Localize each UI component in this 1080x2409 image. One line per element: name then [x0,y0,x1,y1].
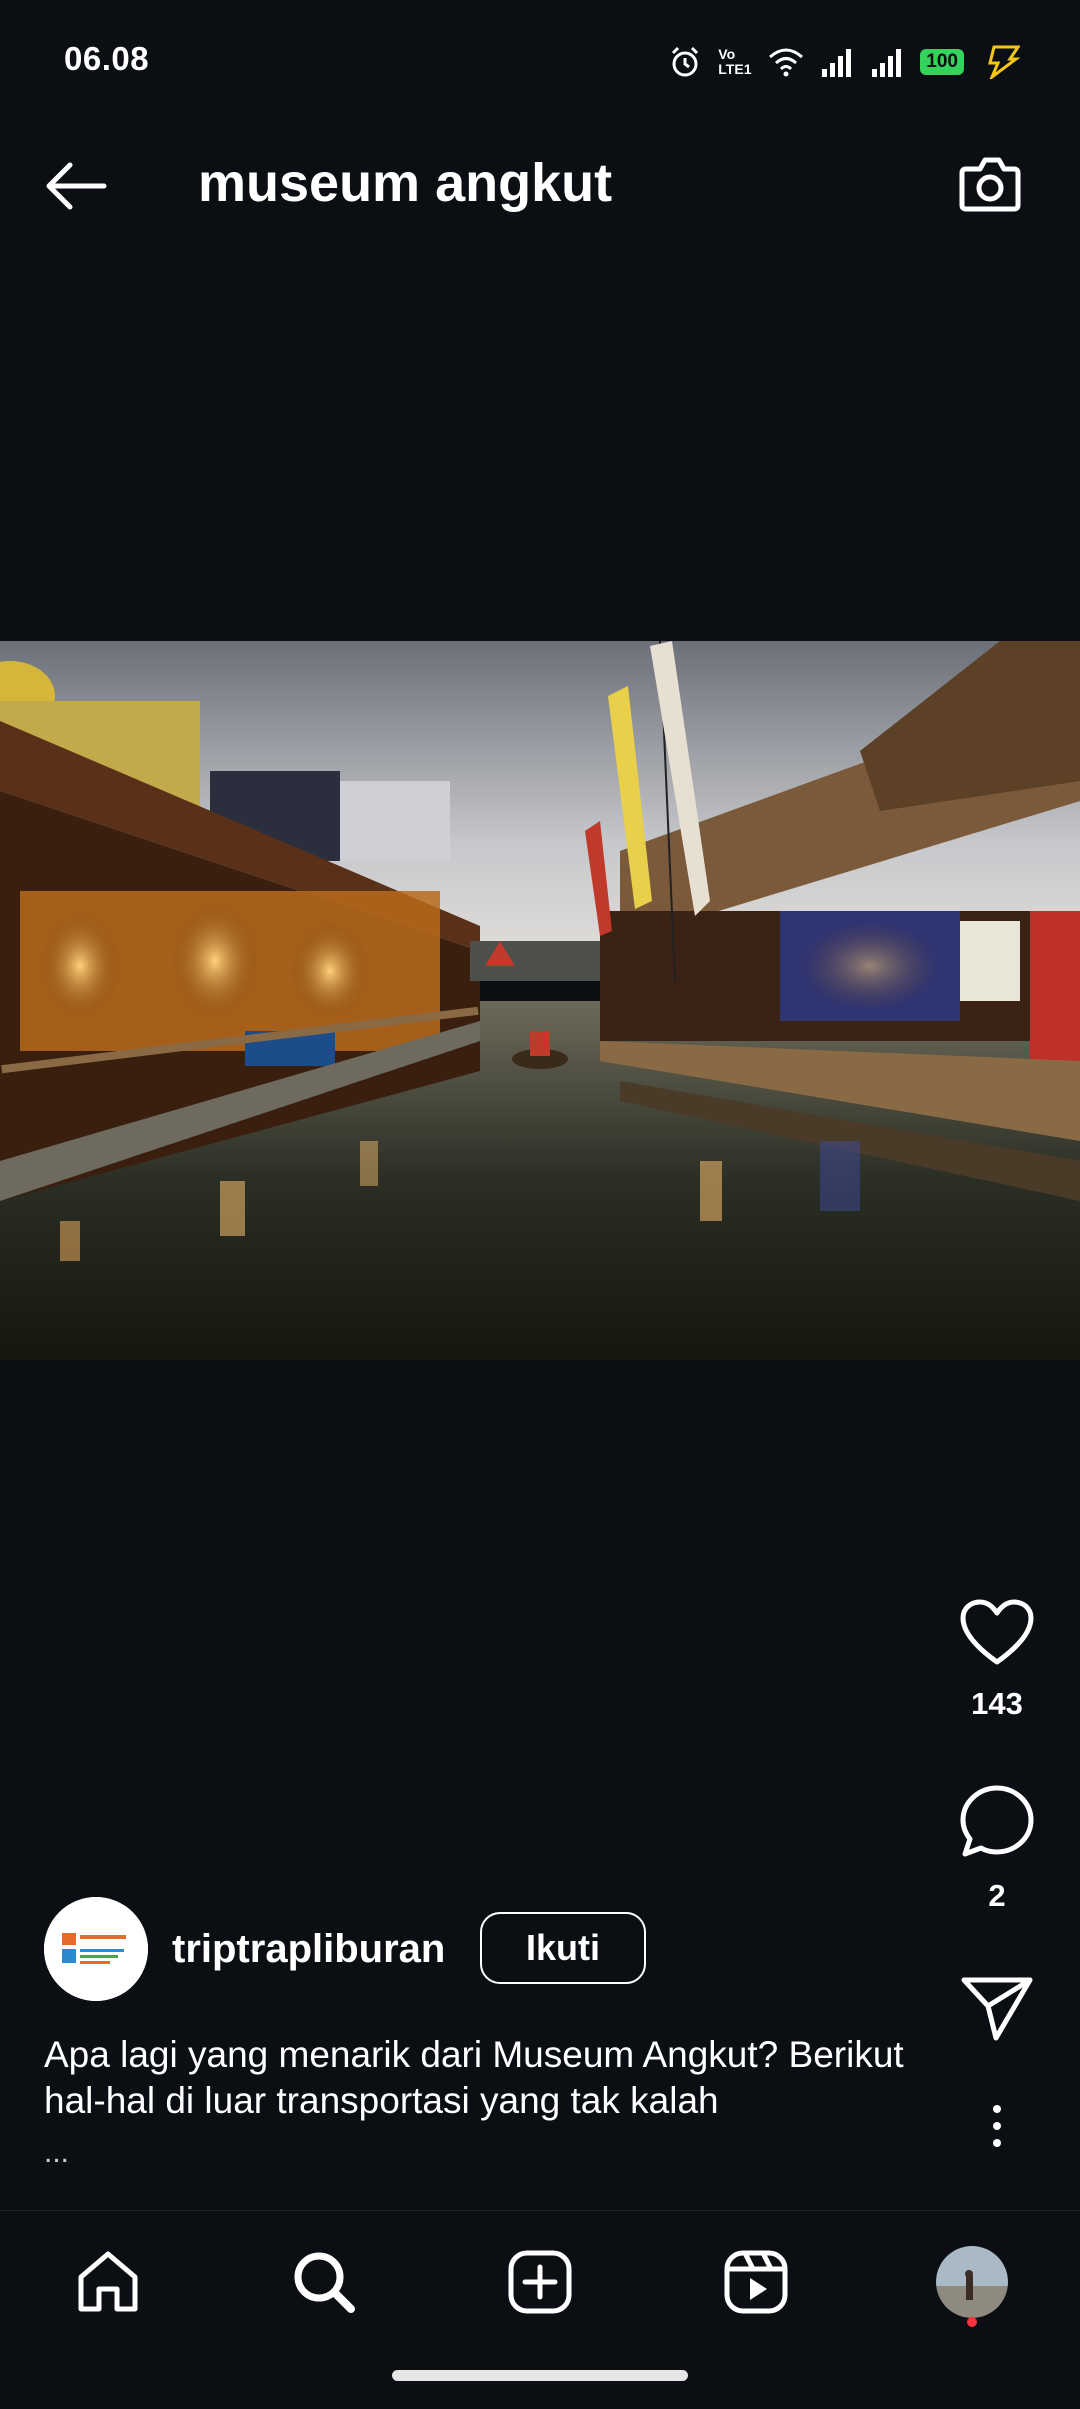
nav-profile[interactable] [924,2234,1020,2330]
wifi-icon [769,48,804,77]
comment-button[interactable]: 2 [952,1784,1042,1914]
caption-more[interactable]: ... [44,2136,69,2170]
more-options-button[interactable] [952,2104,1042,2148]
like-button[interactable]: 143 [952,1598,1042,1722]
home-icon [78,2251,138,2312]
camera-icon [959,157,1021,212]
send-icon [961,1977,1033,2041]
page-title: museum angkut [198,153,613,213]
floating-market-photo [0,641,1080,1360]
notification-dot [967,2317,977,2327]
nav-reels[interactable] [708,2234,804,2330]
signal-icon-2 [872,49,902,77]
status-icons: Vo LTE1 100 [668,42,1020,82]
search-icon [294,2252,355,2313]
nav-home[interactable] [60,2234,156,2330]
share-button[interactable] [952,1976,1042,2042]
reels-icon [724,2250,788,2314]
create-icon [508,2250,572,2314]
camera-button[interactable] [952,146,1028,222]
alarm-icon [672,46,699,77]
like-count: 143 [971,1686,1023,1721]
author-avatar[interactable] [44,1897,148,2001]
battery-level: 100 [920,49,964,75]
back-button[interactable] [40,150,112,222]
volte-label: Vo LTE1 [718,46,752,77]
post-caption[interactable]: Apa lagi yang menarik dari Museum Angkut… [44,2032,944,2124]
more-vertical-icon [993,2105,1001,2147]
nav-search[interactable] [276,2234,372,2330]
signal-icon [822,49,852,77]
status-time: 06.08 [64,40,150,77]
comment-icon [960,1785,1034,1857]
author-logo [44,1897,148,2001]
comment-count: 2 [988,1878,1006,1913]
home-indicator[interactable] [392,2370,688,2381]
charging-icon [988,45,1020,79]
follow-button[interactable]: Ikuti [480,1912,646,1984]
post-photo[interactable] [0,641,1080,1360]
author-username[interactable]: triptrapliburan [172,1921,445,1977]
profile-avatar [936,2246,1008,2318]
arrow-left-icon [46,162,107,210]
heart-icon [960,1599,1034,1665]
nav-create[interactable] [492,2234,588,2330]
